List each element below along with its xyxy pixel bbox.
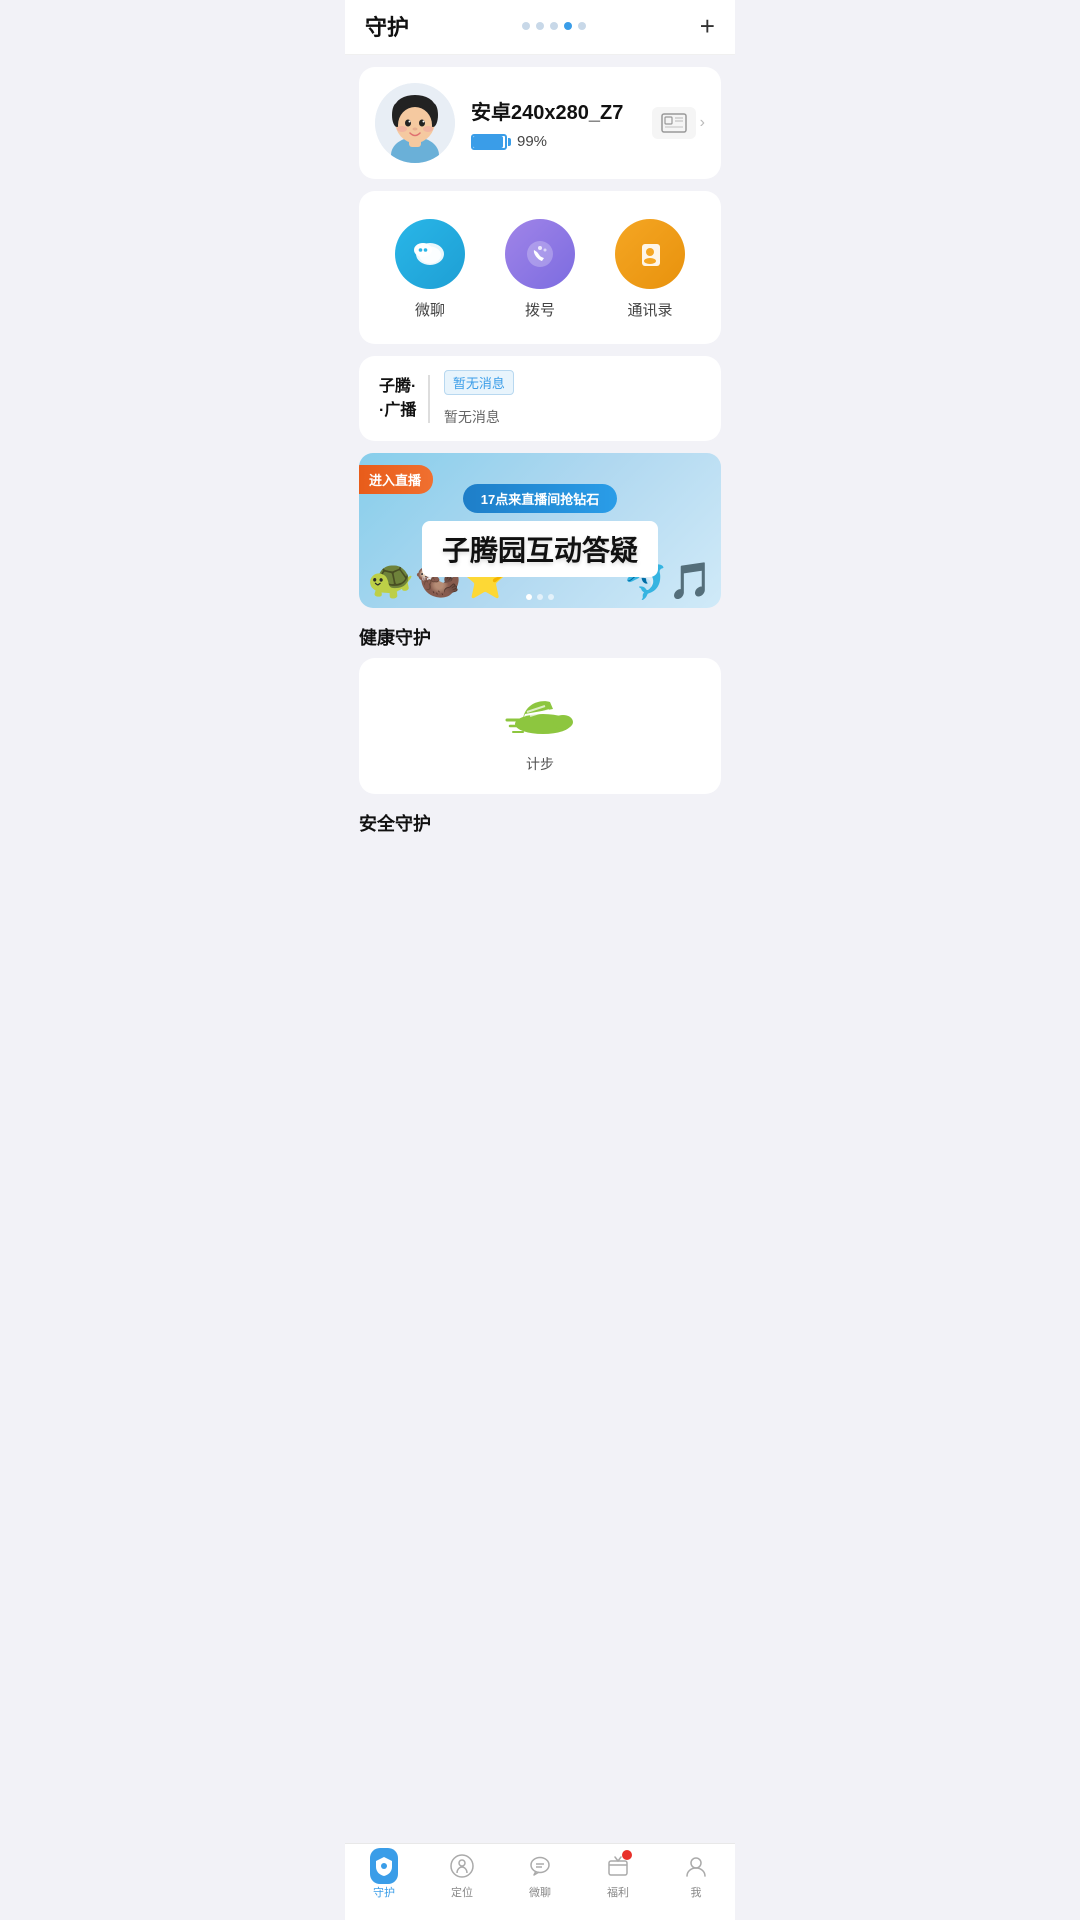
- contacts-icon-circle: [615, 219, 685, 289]
- nav-item-location[interactable]: 定位: [423, 1852, 501, 1900]
- nav-label-me: 我: [691, 1884, 702, 1900]
- nav-item-me[interactable]: 我: [657, 1852, 735, 1900]
- add-button[interactable]: +: [700, 13, 715, 39]
- profile-info: 安卓240x280_Z7 99%: [471, 96, 636, 150]
- avatar[interactable]: [375, 83, 455, 163]
- weichat-label: 微聊: [415, 299, 445, 320]
- nav-label-welfare: 福利: [607, 1884, 629, 1900]
- broadcast-title: 子腾· ·广播: [379, 375, 416, 423]
- banner-dot-2: [537, 594, 543, 600]
- welfare-badge: [622, 1850, 632, 1860]
- battery-icon: [471, 134, 511, 150]
- battery-percentage: 99%: [517, 133, 547, 150]
- broadcast-title-line2: ·广播: [379, 399, 416, 423]
- broadcast-row: 子腾· ·广播 暂无消息 暂无消息: [359, 356, 721, 441]
- top-navigation: 守护 +: [345, 0, 735, 55]
- banner-main-text: 子腾园互动答疑: [422, 521, 658, 577]
- profile-action[interactable]: ›: [652, 107, 705, 139]
- banner-dot-3: [548, 594, 554, 600]
- action-contacts[interactable]: 通讯录: [615, 219, 685, 320]
- banner-subtitle: 17点来直播间抢钻石: [463, 484, 617, 513]
- nav-label-chat: 微聊: [529, 1884, 551, 1900]
- quick-actions-row: 微聊 拨号: [375, 207, 705, 328]
- dot-1[interactable]: [522, 22, 530, 30]
- health-section-title: 健康守护: [359, 624, 721, 650]
- health-card: 计步: [359, 658, 721, 794]
- dot-3[interactable]: [550, 22, 558, 30]
- action-dialpad[interactable]: 拨号: [505, 219, 575, 320]
- battery-tip: [508, 138, 511, 146]
- broadcast-card: 子腾· ·广播 暂无消息 暂无消息: [359, 356, 721, 441]
- nav-icon-me: [682, 1852, 710, 1880]
- banner-card[interactable]: 进入直播 🐢🦦⭐ 17点来直播间抢钻石 子腾园互动答疑 🐬🎵: [359, 453, 721, 608]
- contacts-label: 通讯录: [627, 299, 672, 320]
- banner-inner: 进入直播 🐢🦦⭐ 17点来直播间抢钻石 子腾园互动答疑 🐬🎵: [359, 453, 721, 608]
- battery-body: [471, 134, 507, 150]
- nav-icon-location: [448, 1852, 476, 1880]
- safety-section-title: 安全守护: [359, 810, 721, 836]
- weichat-icon-circle: [395, 219, 465, 289]
- nav-label-guardian: 守护: [373, 1884, 395, 1900]
- banner-page-dots: [526, 594, 554, 600]
- nav-icon-guardian: [370, 1852, 398, 1880]
- profile-row: 安卓240x280_Z7 99%: [375, 83, 705, 163]
- profile-card: 安卓240x280_Z7 99%: [359, 67, 721, 179]
- nav-item-chat[interactable]: 微聊: [501, 1852, 579, 1900]
- steps-icon: [505, 684, 575, 746]
- chevron-right-icon: ›: [700, 114, 705, 132]
- banner-dot-1: [526, 594, 532, 600]
- nav-icon-welfare: [604, 1852, 632, 1880]
- banner-center-content: 17点来直播间抢钻石 子腾园互动答疑: [422, 484, 658, 577]
- page-indicators: [522, 22, 586, 30]
- id-card-icon[interactable]: [652, 107, 696, 139]
- dialpad-label: 拨号: [525, 299, 555, 320]
- nav-label-location: 定位: [451, 1884, 473, 1900]
- bottom-navigation: 守护 定位 微聊: [345, 1843, 735, 1920]
- broadcast-text: 暂无消息: [444, 407, 514, 427]
- main-content: 安卓240x280_Z7 99%: [345, 67, 735, 920]
- nav-item-guardian[interactable]: 守护: [345, 1852, 423, 1900]
- broadcast-title-line1: 子腾·: [379, 375, 416, 399]
- dot-5[interactable]: [578, 22, 586, 30]
- device-name: 安卓240x280_Z7: [471, 96, 636, 125]
- broadcast-badge: 暂无消息: [444, 370, 514, 395]
- battery-fill: [473, 136, 503, 148]
- broadcast-separator: [428, 375, 430, 423]
- broadcast-content: 暂无消息 暂无消息: [444, 370, 514, 427]
- step-counter-item[interactable]: 计步: [379, 684, 701, 774]
- dot-2[interactable]: [536, 22, 544, 30]
- nav-item-welfare[interactable]: 福利: [579, 1852, 657, 1900]
- nav-icon-chat: [526, 1852, 554, 1880]
- action-weichat[interactable]: 微聊: [395, 219, 465, 320]
- dialpad-icon-circle: [505, 219, 575, 289]
- dot-4-active[interactable]: [564, 22, 572, 30]
- app-title: 守护: [365, 10, 409, 42]
- quick-actions-card: 微聊 拨号: [359, 191, 721, 344]
- battery-row: 99%: [471, 133, 636, 150]
- step-label: 计步: [526, 754, 554, 774]
